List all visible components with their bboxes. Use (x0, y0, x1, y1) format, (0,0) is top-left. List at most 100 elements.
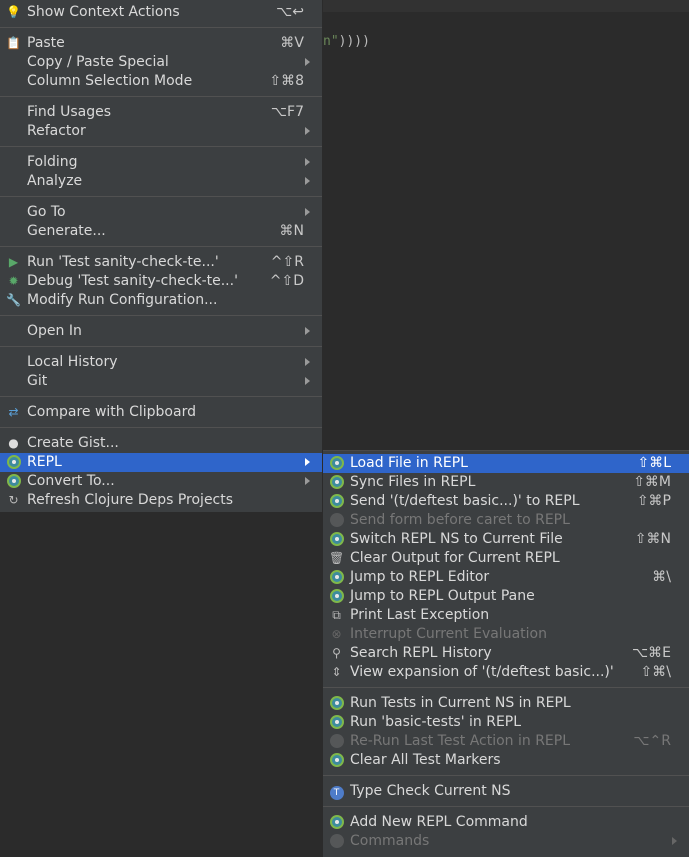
menu-item-open-in[interactable]: Open In (0, 322, 322, 341)
menu-separator (0, 27, 322, 28)
cursive-icon (329, 696, 344, 711)
menu-item-label: REPL (27, 454, 62, 470)
submenu-item-run-tests-current-ns[interactable]: Run Tests in Current NS in REPL (323, 694, 689, 713)
menu-item-paste[interactable]: 📋 Paste ⌘V (0, 34, 322, 53)
submenu-item-print-last-exception[interactable]: ⧉ Print Last Exception (323, 606, 689, 625)
menu-item-column-selection-mode[interactable]: Column Selection Mode ⇧⌘8 (0, 72, 322, 91)
submenu-item-clear-test-markers[interactable]: Clear All Test Markers (323, 751, 689, 770)
cursive-icon (329, 815, 344, 830)
repl-submenu: Load File in REPL ⇧⌘L Sync Files in REPL… (323, 450, 689, 857)
submenu-arrow-icon (305, 208, 310, 216)
cursive-icon (329, 753, 344, 768)
cursive-icon (329, 532, 344, 547)
copy-window-icon: ⧉ (332, 608, 341, 622)
submenu-item-send-form-before-caret[interactable]: Send form before caret to REPL (323, 511, 689, 530)
menu-item-label: Refresh Clojure Deps Projects (27, 492, 234, 508)
menu-item-label: Jump to REPL Output Pane (350, 588, 535, 604)
submenu-item-type-check-current-ns[interactable]: T Type Check Current NS (323, 782, 689, 801)
menu-item-label: Search REPL History (350, 645, 492, 661)
submenu-arrow-icon (305, 58, 310, 66)
cursive-icon (6, 455, 21, 470)
submenu-arrow-icon (305, 477, 310, 485)
menu-item-analyze[interactable]: Analyze (0, 172, 322, 191)
menu-item-shortcut: ⌘N (279, 223, 304, 239)
menu-item-shortcut: ⌥⌃R (633, 733, 671, 749)
submenu-item-load-file-in-repl[interactable]: Load File in REPL ⇧⌘L (323, 454, 689, 473)
submenu-item-jump-to-repl-editor[interactable]: Jump to REPL Editor ⌘\ (323, 568, 689, 587)
menu-item-run-test[interactable]: ▶ Run 'Test sanity-check-te...' ^⇧R (0, 253, 322, 272)
menu-separator (0, 315, 322, 316)
submenu-arrow-icon (305, 458, 310, 466)
stop-icon: ⊗ (331, 627, 342, 641)
submenu-item-jump-to-repl-output[interactable]: Jump to REPL Output Pane (323, 587, 689, 606)
menu-separator (0, 196, 322, 197)
code-string-fragment: n" (323, 34, 339, 49)
menu-item-label: Refactor (27, 123, 86, 139)
menu-item-label: Generate... (27, 223, 106, 239)
menu-item-label: Copy / Paste Special (27, 54, 169, 70)
menu-separator (0, 246, 322, 247)
submenu-item-view-expansion[interactable]: ⇕ View expansion of '(t/deftest basic...… (323, 663, 689, 682)
submenu-item-rerun-last-test[interactable]: Re-Run Last Test Action in REPL ⌥⌃R (323, 732, 689, 751)
menu-item-shortcut: ⌘V (280, 35, 304, 51)
menu-item-label: View expansion of '(t/deftest basic...)' (350, 664, 614, 680)
menu-item-label: Open In (27, 323, 82, 339)
menu-item-create-gist[interactable]: ● Create Gist... (0, 434, 322, 453)
debug-icon: ✹ (8, 274, 19, 288)
submenu-arrow-icon (305, 358, 310, 366)
cursive-icon (329, 494, 344, 509)
menu-item-compare-with-clipboard[interactable]: ⇄ Compare with Clipboard (0, 403, 322, 422)
submenu-arrow-icon (305, 127, 310, 135)
cursive-icon (329, 456, 344, 471)
menu-item-modify-run-configuration[interactable]: 🔧 Modify Run Configuration... (0, 291, 322, 310)
menu-item-refactor[interactable]: Refactor (0, 122, 322, 141)
submenu-arrow-icon (305, 177, 310, 185)
menu-item-debug-test[interactable]: ✹ Debug 'Test sanity-check-te...' ^⇧D (0, 272, 322, 291)
menu-item-go-to[interactable]: Go To (0, 203, 322, 222)
menu-item-folding[interactable]: Folding (0, 153, 322, 172)
clipboard-icon: 📋 (6, 36, 21, 50)
submenu-item-commands[interactable]: Commands (323, 832, 689, 851)
menu-item-repl[interactable]: REPL (0, 453, 322, 472)
menu-item-show-context-actions[interactable]: 💡 Show Context Actions ⌥↩ (0, 3, 322, 22)
menu-item-label: Go To (27, 204, 66, 220)
submenu-item-search-repl-history[interactable]: ⚲ Search REPL History ⌥⌘E (323, 644, 689, 663)
menu-item-copy-paste-special[interactable]: Copy / Paste Special (0, 53, 322, 72)
menu-item-refresh-clojure-deps[interactable]: ↻ Refresh Clojure Deps Projects (0, 491, 322, 510)
menu-separator (0, 146, 322, 147)
menu-item-shortcut: ⇧⌘M (633, 474, 671, 490)
refresh-icon: ↻ (8, 493, 19, 507)
menu-item-git[interactable]: Git (0, 372, 322, 391)
menu-item-label: Send '(t/deftest basic...)' to REPL (350, 493, 580, 509)
editor-code-line[interactable]: n")))) (323, 34, 370, 49)
menu-item-label: Run Tests in Current NS in REPL (350, 695, 571, 711)
submenu-item-run-basic-tests[interactable]: Run 'basic-tests' in REPL (323, 713, 689, 732)
menu-item-shortcut: ⇧⌘N (634, 531, 671, 547)
menu-item-label: Paste (27, 35, 65, 51)
submenu-item-clear-output[interactable]: 🗑 Clear Output for Current REPL (323, 549, 689, 568)
menu-item-find-usages[interactable]: Find Usages ⌥F7 (0, 103, 322, 122)
menu-item-label: Sync Files in REPL (350, 474, 476, 490)
submenu-item-add-new-repl-command[interactable]: Add New REPL Command (323, 813, 689, 832)
menu-separator (323, 687, 689, 688)
search-icon: ⚲ (332, 646, 341, 660)
submenu-item-switch-repl-ns[interactable]: Switch REPL NS to Current File ⇧⌘N (323, 530, 689, 549)
menu-item-shortcut: ⌘\ (652, 569, 671, 585)
editor-context-menu: 💡 Show Context Actions ⌥↩ 📋 Paste ⌘V Cop… (0, 0, 323, 512)
menu-item-convert-to[interactable]: Convert To... (0, 472, 322, 491)
menu-item-label: Modify Run Configuration... (27, 292, 218, 308)
menu-item-shortcut: ⇧⌘P (636, 493, 671, 509)
submenu-arrow-icon (305, 158, 310, 166)
menu-item-label: Run 'basic-tests' in REPL (350, 714, 522, 730)
compare-icon: ⇄ (8, 405, 19, 419)
menu-item-label: Find Usages (27, 104, 112, 120)
menu-item-local-history[interactable]: Local History (0, 353, 322, 372)
menu-item-label: Compare with Clipboard (27, 404, 196, 420)
menu-item-label: Interrupt Current Evaluation (350, 626, 547, 642)
submenu-item-send-form-to-repl[interactable]: Send '(t/deftest basic...)' to REPL ⇧⌘P (323, 492, 689, 511)
menu-item-generate[interactable]: Generate... ⌘N (0, 222, 322, 241)
menu-item-label: Git (27, 373, 48, 389)
submenu-item-interrupt-evaluation[interactable]: ⊗ Interrupt Current Evaluation (323, 625, 689, 644)
menu-item-shortcut: ^⇧D (269, 273, 304, 289)
submenu-item-sync-files-in-repl[interactable]: Sync Files in REPL ⇧⌘M (323, 473, 689, 492)
